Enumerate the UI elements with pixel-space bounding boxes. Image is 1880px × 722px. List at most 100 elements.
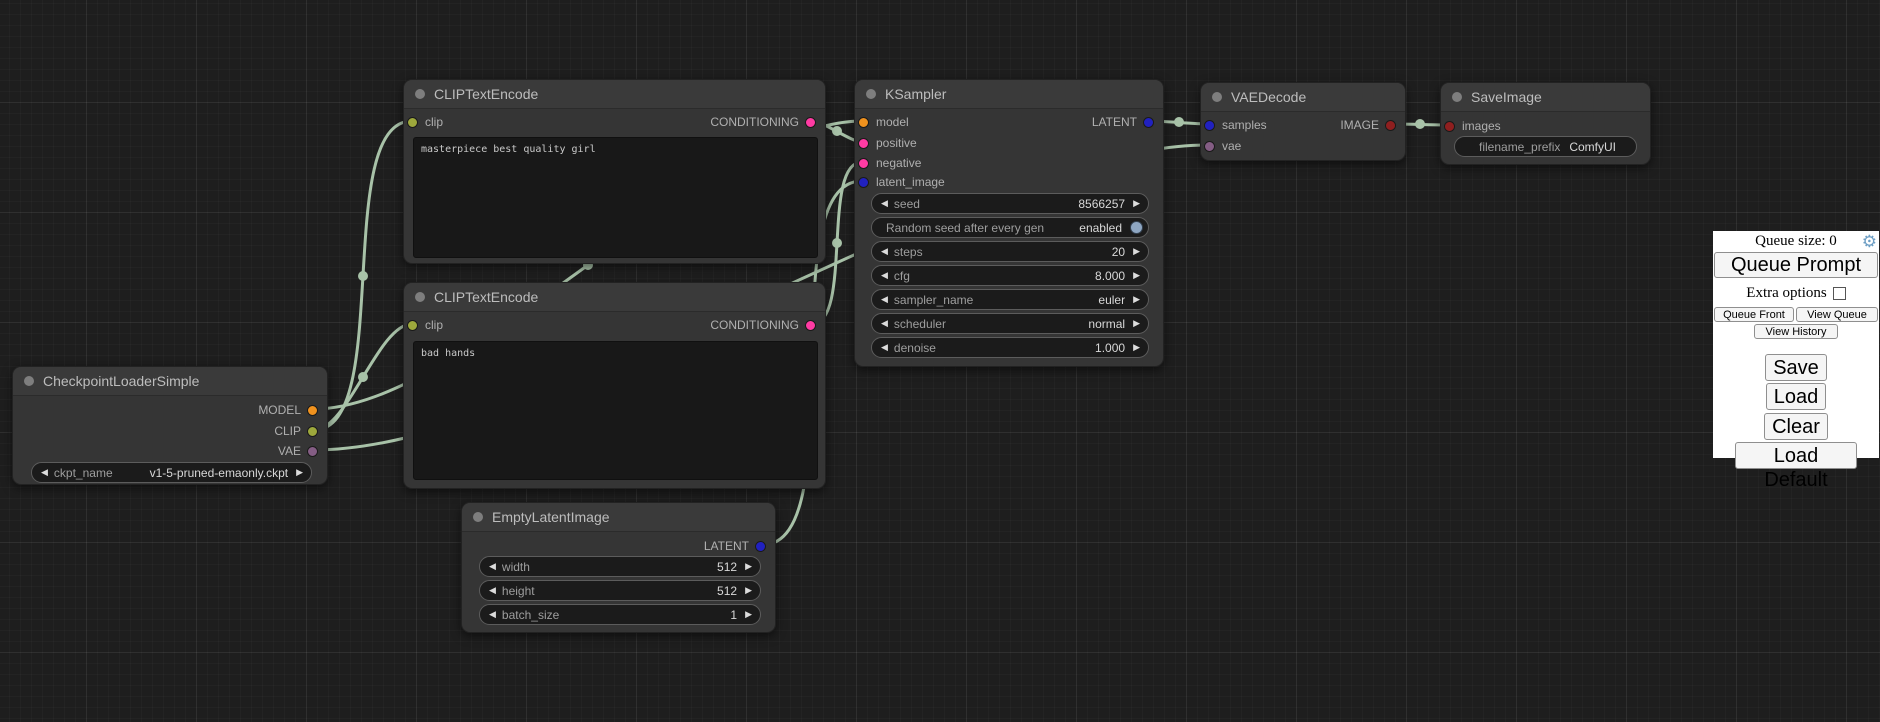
- widget-label: ckpt_name: [54, 466, 113, 480]
- decrement-arrow-icon[interactable]: ◀: [40, 468, 48, 477]
- positive-input-port[interactable]: [858, 138, 869, 149]
- node-titlebar[interactable]: EmptyLatentImage: [462, 503, 775, 532]
- increment-arrow-icon[interactable]: ▶: [296, 468, 303, 477]
- extra-options-checkbox[interactable]: [1833, 287, 1846, 300]
- collapse-dot-icon[interactable]: [24, 376, 34, 386]
- output-label-model: MODEL: [258, 404, 301, 416]
- increment-arrow-icon[interactable]: ▶: [1133, 247, 1140, 256]
- conditioning-output-port[interactable]: [805, 117, 816, 128]
- collapse-dot-icon[interactable]: [1452, 92, 1462, 102]
- widget-label: steps: [894, 245, 923, 259]
- model-input-port[interactable]: [858, 117, 869, 128]
- load-button[interactable]: Load: [1766, 383, 1826, 410]
- settings-gear-icon[interactable]: ⚙: [1862, 232, 1877, 251]
- width-widget[interactable]: ◀ width 512 ▶: [479, 556, 761, 577]
- node-clip-text-encode-negative[interactable]: CLIPTextEncode clip CONDITIONING bad han…: [403, 282, 826, 489]
- vae-input-port[interactable]: [1204, 141, 1215, 152]
- increment-arrow-icon[interactable]: ▶: [745, 610, 752, 619]
- increment-arrow-icon[interactable]: ▶: [745, 562, 752, 571]
- increment-arrow-icon[interactable]: ▶: [1133, 319, 1140, 328]
- decrement-arrow-icon[interactable]: ◀: [880, 199, 888, 208]
- decrement-arrow-icon[interactable]: ◀: [488, 610, 496, 619]
- increment-arrow-icon[interactable]: ▶: [1133, 343, 1140, 352]
- scheduler-widget[interactable]: ◀ scheduler normal ▶: [871, 313, 1149, 334]
- batch-size-widget[interactable]: ◀ batch_size 1 ▶: [479, 604, 761, 625]
- node-ksampler[interactable]: KSampler model positive negative latent_…: [854, 79, 1164, 367]
- output-label-image: IMAGE: [1340, 119, 1379, 131]
- sampler-name-widget[interactable]: ◀ sampler_name euler ▶: [871, 289, 1149, 310]
- clip-input-port[interactable]: [407, 320, 418, 331]
- clear-button[interactable]: Clear: [1764, 413, 1828, 440]
- vae-output-port[interactable]: [307, 446, 318, 457]
- collapse-dot-icon[interactable]: [415, 89, 425, 99]
- clip-output-port[interactable]: [307, 426, 318, 437]
- view-history-button[interactable]: View History: [1754, 324, 1838, 339]
- input-label-positive: positive: [876, 137, 917, 149]
- collapse-dot-icon[interactable]: [1212, 92, 1222, 102]
- decrement-arrow-icon[interactable]: ◀: [488, 562, 496, 571]
- filename-prefix-widget[interactable]: filename_prefix ComfyUI: [1454, 136, 1637, 157]
- images-input-port[interactable]: [1444, 121, 1455, 132]
- collapse-dot-icon[interactable]: [473, 512, 483, 522]
- negative-prompt-textarea[interactable]: bad hands: [413, 341, 818, 480]
- samples-input-port[interactable]: [1204, 120, 1215, 131]
- increment-arrow-icon[interactable]: ▶: [1133, 271, 1140, 280]
- node-titlebar[interactable]: VAEDecode: [1201, 83, 1405, 112]
- ckpt-name-widget[interactable]: ◀ ckpt_name v1-5-pruned-emaonly.ckpt ▶: [31, 462, 312, 483]
- clip-port-dot-icon: [407, 320, 418, 331]
- decrement-arrow-icon[interactable]: ◀: [880, 295, 888, 304]
- image-output-port[interactable]: [1385, 120, 1396, 131]
- node-checkpoint-loader[interactable]: CheckpointLoaderSimple MODEL CLIP VAE ◀ …: [12, 366, 328, 485]
- node-titlebar[interactable]: CLIPTextEncode: [404, 283, 825, 312]
- node-title: CLIPTextEncode: [434, 289, 538, 305]
- decrement-arrow-icon[interactable]: ◀: [880, 343, 888, 352]
- clip-input-port[interactable]: [407, 117, 418, 128]
- steps-widget[interactable]: ◀ steps 20 ▶: [871, 241, 1149, 262]
- decrement-arrow-icon[interactable]: ◀: [880, 319, 888, 328]
- output-label-latent: LATENT: [704, 540, 749, 552]
- decrement-arrow-icon[interactable]: ◀: [488, 586, 496, 595]
- input-label-latent-image: latent_image: [876, 176, 945, 188]
- positive-prompt-textarea[interactable]: masterpiece best quality girl: [413, 137, 818, 258]
- node-clip-text-encode-positive[interactable]: CLIPTextEncode clip CONDITIONING masterp…: [403, 79, 826, 264]
- save-button[interactable]: Save: [1765, 354, 1827, 381]
- decrement-arrow-icon[interactable]: ◀: [880, 247, 888, 256]
- queue-menu-panel: Queue size: 0 ⚙ Queue Prompt Extra optio…: [1713, 231, 1879, 458]
- node-title: VAEDecode: [1231, 89, 1306, 105]
- model-output-port[interactable]: [307, 405, 318, 416]
- queue-front-button[interactable]: Queue Front: [1714, 307, 1794, 322]
- latent-output-port[interactable]: [1143, 117, 1154, 128]
- seed-widget[interactable]: ◀ seed 8566257 ▶: [871, 193, 1149, 214]
- collapse-dot-icon[interactable]: [415, 292, 425, 302]
- node-titlebar[interactable]: CLIPTextEncode: [404, 80, 825, 109]
- latent-image-input-port[interactable]: [858, 177, 869, 188]
- height-widget[interactable]: ◀ height 512 ▶: [479, 580, 761, 601]
- increment-arrow-icon[interactable]: ▶: [745, 586, 752, 595]
- denoise-widget[interactable]: ◀ denoise 1.000 ▶: [871, 337, 1149, 358]
- conditioning-output-port[interactable]: [805, 320, 816, 331]
- node-titlebar[interactable]: SaveImage: [1441, 83, 1650, 112]
- node-empty-latent-image[interactable]: EmptyLatentImage LATENT ◀ width 512 ▶ ◀ …: [461, 502, 776, 633]
- latent-output-port[interactable]: [755, 541, 766, 552]
- output-label-clip: CLIP: [274, 425, 301, 437]
- view-queue-button[interactable]: View Queue: [1796, 307, 1878, 322]
- node-titlebar[interactable]: KSampler: [855, 80, 1163, 109]
- decrement-arrow-icon[interactable]: ◀: [880, 271, 888, 280]
- node-title: KSampler: [885, 86, 946, 102]
- increment-arrow-icon[interactable]: ▶: [1133, 199, 1140, 208]
- node-save-image[interactable]: SaveImage images filename_prefix ComfyUI: [1440, 82, 1651, 165]
- node-title: CheckpointLoaderSimple: [43, 373, 199, 389]
- load-default-button[interactable]: Load Default: [1735, 442, 1857, 469]
- collapse-dot-icon[interactable]: [866, 89, 876, 99]
- cfg-widget[interactable]: ◀ cfg 8.000 ▶: [871, 265, 1149, 286]
- queue-prompt-button[interactable]: Queue Prompt: [1714, 252, 1878, 278]
- link-midpoint: [1174, 117, 1184, 127]
- random-seed-toggle-widget[interactable]: Random seed after every gen enabled: [871, 217, 1149, 238]
- toggle-on-icon[interactable]: [1130, 221, 1143, 234]
- widget-value: 8.000: [1095, 269, 1125, 283]
- increment-arrow-icon[interactable]: ▶: [1133, 295, 1140, 304]
- node-titlebar[interactable]: CheckpointLoaderSimple: [13, 367, 327, 396]
- node-vae-decode[interactable]: VAEDecode samples vae IMAGE: [1200, 82, 1406, 161]
- negative-input-port[interactable]: [858, 158, 869, 169]
- widget-value: 1.000: [1095, 341, 1125, 355]
